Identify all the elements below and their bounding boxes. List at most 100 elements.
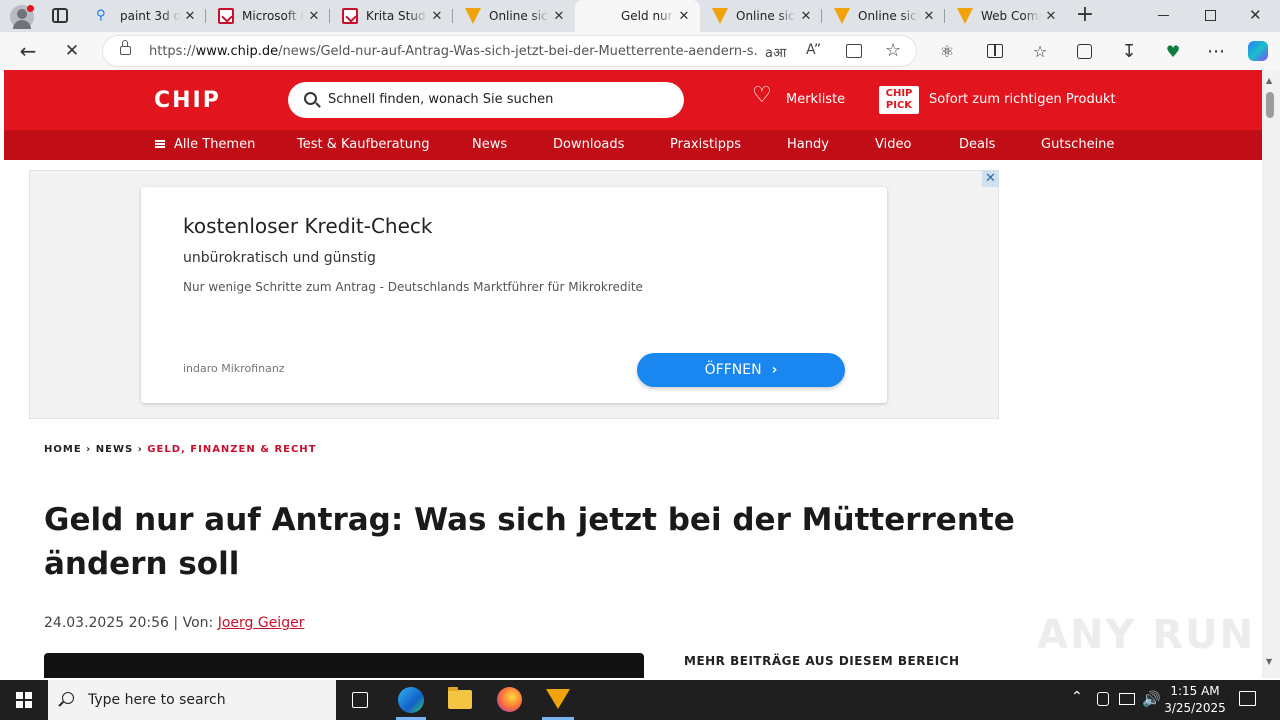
restore-icon[interactable] — [1205, 10, 1216, 21]
new-tab-icon[interactable]: + — [1073, 4, 1097, 28]
nav-praxistipps[interactable]: Praxistipps — [670, 137, 741, 152]
split-screen-icon[interactable] — [980, 36, 1010, 66]
nav-video[interactable]: Video — [875, 137, 911, 152]
page-scrollbar[interactable]: ▲ ▼ — [1262, 70, 1280, 678]
w-favicon — [834, 8, 850, 24]
browser-tab[interactable]: Online sichern ✕ — [822, 0, 945, 32]
more-menu-icon[interactable]: ⋯ — [1201, 36, 1231, 66]
browser-tab-active[interactable]: Geld nur auf Antrag ✕ — [575, 0, 700, 32]
article-date: 24.03.2025 20:56 — [44, 615, 169, 631]
close-tab-icon[interactable]: ✕ — [919, 6, 939, 26]
nav-deals[interactable]: Deals — [959, 137, 995, 152]
ad-subtitle: unbürokratisch und günstig — [183, 250, 376, 266]
browser-toolbar: ← ✕ https://www.chip.de/news/Geld-nur-au… — [0, 32, 1280, 70]
nav-news[interactable]: News — [472, 137, 507, 152]
close-tab-icon[interactable]: ✕ — [674, 6, 694, 26]
minimize-icon[interactable] — [1158, 15, 1169, 16]
browser-tab[interactable]: Online sichern ✕ — [453, 0, 575, 32]
tab-strip: ⚲ paint 3d download ✕ Microsoft Paint ✕ … — [0, 0, 1280, 32]
ad-advertiser: indaro Mikrofinanz — [183, 362, 285, 375]
immersive-reader-icon[interactable] — [846, 44, 862, 58]
extensions-icon[interactable]: ⚛ — [932, 36, 962, 66]
nav-test-kaufberatung[interactable]: Test & Kaufberatung — [297, 137, 429, 152]
clock[interactable]: 1:15 AM 3/25/2025 — [1164, 683, 1226, 717]
article-title: Geld nur auf Antrag: Was sich jetzt bei … — [44, 502, 1015, 582]
w-favicon — [957, 8, 973, 24]
stop-loading-icon[interactable]: ✕ — [57, 36, 87, 66]
tab-actions-icon[interactable] — [52, 8, 68, 23]
browser-tab[interactable]: Microsoft Paint ✕ — [206, 0, 330, 32]
chevron-right-icon: › — [771, 362, 778, 378]
close-tab-icon[interactable]: ✕ — [549, 6, 569, 26]
chevron-right-icon: › — [137, 444, 148, 455]
browser-essentials-icon[interactable]: ♥ — [1158, 36, 1188, 66]
windows-taskbar: Type here to search ⌃ 🔊 1:15 AM 3/25/202… — [0, 680, 1280, 720]
close-tab-icon[interactable]: ✕ — [796, 6, 816, 26]
nav-handy[interactable]: Handy — [787, 137, 829, 152]
windows-start-icon[interactable] — [16, 692, 32, 708]
address-bar[interactable]: https://www.chip.de/news/Geld-nur-auf-An… — [102, 35, 917, 67]
nav-gutscheine[interactable]: Gutscheine — [1041, 137, 1114, 152]
app-w-icon[interactable] — [546, 689, 570, 709]
merkliste-link[interactable]: Merkliste — [786, 92, 845, 107]
url-text[interactable]: https://www.chip.de/news/Geld-nur-auf-An… — [149, 44, 759, 59]
main-navigation: Alle Themen Test & Kaufberatung News Dow… — [4, 130, 1262, 160]
chip-logo[interactable]: CHIP — [154, 88, 221, 113]
copilot-icon[interactable] — [1243, 36, 1273, 66]
ad-card[interactable]: kostenloser Kredit-Check unbürokratisch … — [141, 187, 887, 403]
browser-tab[interactable]: ⚲ paint 3d download ✕ — [84, 0, 206, 32]
browser-tab[interactable]: Krita Studio ✕ — [330, 0, 453, 32]
browser-tab[interactable]: Web Company ✕ — [945, 0, 1067, 32]
chevron-right-icon: › — [86, 444, 96, 455]
search-icon — [304, 92, 321, 108]
task-view-icon[interactable] — [352, 692, 368, 708]
show-hidden-icons-icon[interactable]: ⌃ — [1071, 689, 1083, 705]
downloads-icon[interactable]: ↧ — [1114, 36, 1144, 66]
breadcrumb-news[interactable]: NEWS — [96, 444, 133, 455]
close-window-icon[interactable]: ✕ — [1249, 6, 1262, 24]
browser-tab[interactable]: Online sichern ✕ — [700, 0, 822, 32]
edge-icon[interactable] — [398, 687, 424, 713]
more-articles-heading: MEHR BEITRÄGE AUS DIESEM BEREICH — [684, 654, 960, 668]
breadcrumb-category[interactable]: GELD, FINANZEN & RECHT — [147, 444, 316, 455]
back-arrow-icon[interactable]: ← — [13, 36, 43, 66]
network-icon[interactable] — [1119, 693, 1135, 705]
web-page: CHIP Schnell finden, wonach Sie suchen ♡… — [4, 70, 1262, 678]
nav-alle-themen[interactable]: Alle Themen — [174, 137, 255, 152]
close-tab-icon[interactable]: ✕ — [180, 6, 200, 26]
taskbar-search-input[interactable]: Type here to search — [48, 680, 336, 720]
profile-avatar[interactable] — [10, 5, 34, 29]
article-meta: 24.03.2025 20:56 | Von: Joerg Geiger — [44, 615, 305, 631]
w-favicon — [712, 8, 728, 24]
scrollbar-thumb[interactable] — [1266, 92, 1274, 118]
favorites-icon[interactable]: ☆ — [1025, 36, 1055, 66]
advertisement: kostenloser Kredit-Check unbürokratisch … — [29, 170, 999, 419]
menu-icon[interactable] — [155, 140, 165, 148]
chip-favicon — [342, 8, 358, 24]
nav-downloads[interactable]: Downloads — [553, 137, 624, 152]
scroll-up-arrow-icon[interactable]: ▲ — [1266, 76, 1272, 85]
read-aloud-icon[interactable]: A” — [806, 42, 821, 58]
heart-icon[interactable]: ♡ — [752, 85, 772, 107]
favorite-star-icon[interactable]: ☆ — [885, 40, 901, 61]
close-tab-icon[interactable]: ✕ — [1041, 6, 1061, 26]
close-tab-icon[interactable]: ✕ — [427, 6, 447, 26]
ad-open-button[interactable]: ÖFFNEN › — [637, 353, 845, 387]
firefox-icon[interactable] — [497, 687, 522, 712]
site-header: CHIP Schnell finden, wonach Sie suchen ♡… — [4, 70, 1262, 130]
file-explorer-icon[interactable] — [448, 687, 472, 709]
author-link[interactable]: Joerg Geiger — [218, 615, 305, 631]
ad-close-icon[interactable]: ✕ — [982, 170, 999, 187]
tray-app-icon[interactable] — [1097, 692, 1109, 706]
breadcrumb-home[interactable]: HOME — [44, 444, 82, 455]
close-tab-icon[interactable]: ✕ — [304, 6, 324, 26]
site-search-input[interactable]: Schnell finden, wonach Sie suchen — [288, 82, 684, 118]
notifications-icon[interactable] — [1239, 691, 1256, 706]
chip-favicon — [218, 8, 234, 24]
collections-icon[interactable] — [1069, 36, 1099, 66]
chip-pick-link[interactable]: Sofort zum richtigen Produkt — [929, 92, 1116, 107]
scroll-down-arrow-icon[interactable]: ▼ — [1266, 657, 1272, 666]
volume-icon[interactable]: 🔊 — [1142, 690, 1161, 708]
translate-icon[interactable]: aआ — [765, 43, 786, 61]
chip-pick-logo[interactable]: CHIP PICK — [879, 86, 919, 114]
